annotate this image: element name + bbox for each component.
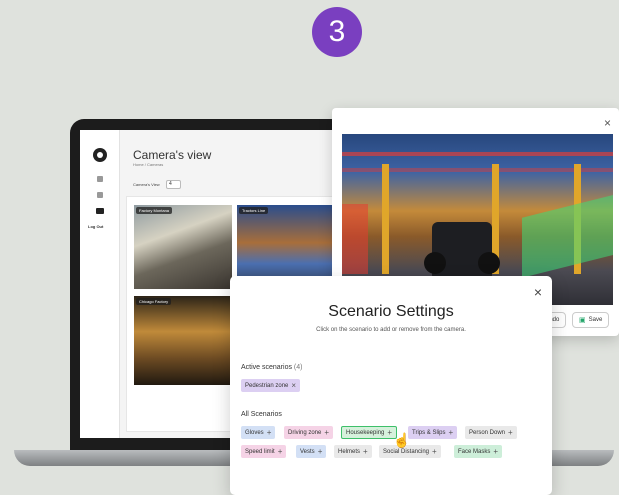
logout-link[interactable]: Log Out — [88, 224, 103, 229]
app-logo-icon — [93, 148, 107, 162]
active-chip-pedestrian-zone[interactable]: Pedestrian zone × — [241, 379, 301, 392]
close-icon[interactable]: × — [534, 284, 542, 300]
add-icon: + — [432, 447, 437, 456]
modal-subtitle: Click on the scenario to add or remove f… — [316, 327, 466, 333]
add-icon: + — [324, 428, 330, 437]
add-icon: + — [508, 428, 513, 437]
add-icon: + — [493, 447, 499, 456]
add-icon: + — [387, 428, 393, 437]
camera-view-select[interactable]: 4 — [166, 180, 181, 189]
page-title: Camera's view — [133, 148, 212, 162]
modal-title: Scenario Settings — [328, 303, 454, 320]
chip-driving-zone[interactable]: Driving zone + — [284, 426, 334, 439]
chip-vests[interactable]: Vests + — [296, 445, 327, 458]
hand-cursor-icon: ☝ — [393, 432, 411, 448]
camera-thumbnail[interactable]: Chicago Factory — [134, 296, 232, 385]
step-number-badge: 3 — [312, 7, 362, 57]
save-icon: ▣ — [579, 317, 586, 324]
chip-trips-slips[interactable]: Trips & Slips + — [408, 426, 458, 439]
camera-name: Chicago Factory — [136, 298, 172, 305]
chip-speed-limit[interactable]: Speed limit + — [241, 445, 287, 458]
breadcrumb: Home / Cameras — [133, 162, 164, 167]
save-button[interactable]: ▣ Save — [572, 312, 610, 328]
camera-icon[interactable] — [96, 208, 104, 214]
add-icon: + — [448, 428, 454, 437]
red-zone-overlay — [342, 204, 368, 274]
camera-name: Factory Montana — [136, 207, 173, 214]
all-scenarios-label: All Scenarios — [241, 411, 282, 418]
chip-housekeeping[interactable]: Housekeeping + — [341, 426, 398, 439]
remove-icon: × — [291, 381, 297, 390]
bell-icon[interactable] — [97, 176, 103, 182]
chip-face-masks[interactable]: Face Masks + — [454, 445, 503, 458]
close-icon[interactable]: × — [604, 116, 611, 130]
green-zone-overlay — [522, 190, 613, 278]
active-scenarios-label: Active scenarios (4) — [241, 364, 303, 371]
chart-icon[interactable] — [97, 192, 103, 198]
add-icon: + — [266, 428, 272, 437]
add-icon: + — [363, 447, 368, 456]
chip-person-down[interactable]: Person Down + — [465, 426, 517, 439]
add-icon: + — [317, 447, 323, 456]
camera-view-label: Camera's View — [133, 182, 160, 187]
camera-thumbnail[interactable]: Factory Montana — [134, 205, 232, 289]
add-icon: + — [277, 447, 283, 456]
tractor-image — [424, 222, 500, 277]
app-sidebar: Log Out — [80, 130, 120, 438]
scenario-settings-modal: × Scenario Settings Click on the scenari… — [230, 276, 552, 495]
chip-helmets[interactable]: Helmets + — [334, 445, 372, 458]
camera-name: Tractors Line — [239, 207, 269, 214]
chip-gloves[interactable]: Gloves + — [241, 426, 276, 439]
